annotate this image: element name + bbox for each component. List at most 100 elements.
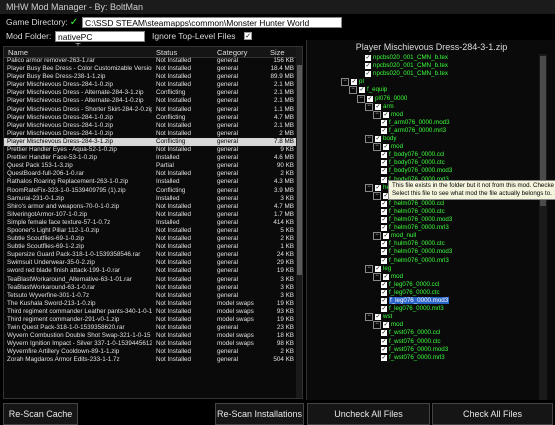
tree-checkbox[interactable]: ✓ <box>381 298 387 304</box>
table-row[interactable]: The Kushala Sword-213-1-0.zip Not Install… <box>4 300 296 308</box>
tree-checkbox[interactable]: ✓ <box>359 87 365 94</box>
table-row[interactable]: Samurai-231-0-1.zip Installed general 3 KB <box>4 195 296 203</box>
table-row[interactable]: Quest Pack 153-1-3.zip Partial general 90 K… <box>4 162 296 170</box>
table-row[interactable]: Zorah Magdaros Armor Edits-233-1-1.7z Not… <box>4 356 296 364</box>
tree-checkbox[interactable]: ✓ <box>381 152 387 159</box>
table-row[interactable]: Shiro's armor and weapons-70-0-1-0.zip No… <box>4 203 296 211</box>
table-row[interactable]: Player Mischievous Dress-284-1-0.zip Conf… <box>4 114 296 122</box>
table-row[interactable]: Player Busy Bee Dress - Color Customizab… <box>4 65 296 73</box>
tree-checkbox[interactable]: ✓ <box>381 160 387 167</box>
tree-file[interactable]: ✓ f_arm076_0000.mrl3 <box>381 127 446 135</box>
collapse-toggle-icon[interactable]: − <box>357 94 365 103</box>
tree-checkbox[interactable]: ✓ <box>383 111 389 118</box>
tree-checkbox[interactable]: ✓ <box>381 127 387 134</box>
column-size[interactable]: Size <box>270 48 285 57</box>
collapse-toggle-icon[interactable]: − <box>349 86 357 95</box>
tree-folder[interactable]: −✓mod <box>373 110 403 119</box>
tree-checkbox[interactable]: ✓ <box>381 208 387 215</box>
tree-checkbox[interactable]: ✓ <box>381 119 387 126</box>
collapse-toggle-icon[interactable]: − <box>373 143 381 152</box>
table-row[interactable]: Wyvernfire Artillery Cooldown-89-1-1.zip… <box>4 348 296 356</box>
tree-file[interactable]: ✓ f_body076_0000.ccl <box>381 151 444 159</box>
table-row[interactable]: Simple female face texture-57-1-0.7z Inst… <box>4 219 296 227</box>
tree-folder[interactable]: − ✓ pl <box>341 78 364 87</box>
tree-file[interactable]: ✓ f_leg076_0000.mod3 <box>381 297 450 305</box>
tree-file[interactable]: ✓ f_helm076_0000.ctc <box>381 208 445 216</box>
tree-checkbox[interactable]: ✓ <box>383 322 389 329</box>
table-row[interactable]: Player Mischievous Dress-284-1-0.zip Not … <box>4 81 296 89</box>
tree-checkbox[interactable]: ✓ <box>365 55 371 61</box>
tree-checkbox[interactable]: ✓ <box>367 95 373 102</box>
tree-folder[interactable]: − ✓ f_equip <box>349 86 387 95</box>
tree-checkbox[interactable]: ✓ <box>381 225 387 232</box>
mod-folder-input[interactable]: nativePC <box>55 31 145 42</box>
table-row[interactable]: Spooner's Light Pillar 112-1-0.zip Not In… <box>4 227 296 235</box>
tree-file[interactable]: ✓ f_body076_0000.mod3 <box>381 167 452 175</box>
column-name[interactable]: Name <box>8 48 28 57</box>
tree-file[interactable]: ✓ f_leg076_0000.ccl <box>381 281 439 289</box>
tree-file[interactable]: ✓ f_leg076_0000.ctc <box>381 289 440 297</box>
table-row[interactable]: Rathalos Roaring Replacement-263-1-0.zip… <box>4 178 296 186</box>
collapse-toggle-icon[interactable]: − <box>365 264 373 273</box>
tree-checkbox[interactable]: ✓ <box>383 233 389 240</box>
column-status[interactable]: Status <box>156 48 177 57</box>
tree-file[interactable]: ✓ f_hulm076_0000.ctc <box>381 240 445 248</box>
table-row[interactable]: QuestBoard-full-206-1-0.rar Not Installed… <box>4 170 296 178</box>
tree-checkbox[interactable]: ✓ <box>381 306 387 313</box>
table-row[interactable]: Tetsuto Wyverfine-301-1-0.7z Not Installe… <box>4 292 296 300</box>
tree-checkbox[interactable]: ✓ <box>351 79 357 86</box>
tree-checkbox[interactable]: ✓ <box>381 176 387 183</box>
collapse-toggle-icon[interactable]: − <box>373 321 381 330</box>
table-row[interactable]: Prettier Handler Eyes - Aqua-52-1-0.zip N… <box>4 146 296 154</box>
table-row[interactable]: Player Mischievous Dress - Alternate-284… <box>4 97 296 105</box>
tree-checkbox[interactable]: ✓ <box>383 273 389 280</box>
rescan-cache-button[interactable]: Re-Scan Cache <box>3 403 78 425</box>
tree-folder[interactable]: −✓mod <box>373 143 403 152</box>
tree-folder[interactable]: − ✓ wst <box>365 313 392 322</box>
tree-checkbox[interactable]: ✓ <box>381 241 387 248</box>
tree-file[interactable]: ✓ npcbs020_001_CMN_b.tex <box>365 70 448 78</box>
tree-checkbox[interactable]: ✓ <box>381 257 387 264</box>
tree-file[interactable]: ✓ npcbs020_001_CMN_b.tex <box>365 62 448 70</box>
collapse-toggle-icon[interactable]: − <box>365 135 373 143</box>
tree-folder[interactable]: − ✓ pl076_0000 <box>357 94 407 103</box>
tree-checkbox[interactable]: ✓ <box>381 330 387 337</box>
tree-checkbox[interactable]: ✓ <box>381 281 387 288</box>
table-row[interactable]: sword red blade finish attack-199-1-0.ra… <box>4 267 296 275</box>
tree-file[interactable]: ✓ f_helm076_0000.ccl <box>381 200 444 208</box>
tree-file[interactable]: ✓ f_wst076_0000.ccl <box>381 329 440 337</box>
table-row[interactable]: Player Mischievous Dress-284-1-0.zip Not … <box>4 130 296 138</box>
table-row[interactable]: Supersize Guard Pack-318-1-0-1539358546.… <box>4 251 296 259</box>
tree-file[interactable]: ✓ f_wst076_0000.mod3 <box>381 346 448 354</box>
tree-file[interactable]: ✓ f_helm076_0000.mod3 <box>381 216 452 224</box>
tree-folder[interactable]: − ✓ arm <box>365 102 394 111</box>
tree-checkbox[interactable]: ✓ <box>365 63 371 70</box>
tree-folder[interactable]: −✓mod <box>373 321 403 330</box>
tree-checkbox[interactable]: ✓ <box>381 289 387 296</box>
table-row[interactable]: Prettier Handler Face-53-1-0.zip Installe… <box>4 154 296 162</box>
collapse-toggle-icon[interactable]: − <box>365 102 373 111</box>
table-row[interactable]: TeaBlastWorkaround-63-1-0.rar Not Install… <box>4 284 296 292</box>
table-row[interactable]: Swimsuit Underwear-35-0-2.zip Not Install… <box>4 259 296 267</box>
column-category[interactable]: Category <box>217 48 247 57</box>
tree-checkbox[interactable]: ✓ <box>375 265 381 272</box>
tree-checkbox[interactable]: ✓ <box>375 184 381 191</box>
tree-checkbox[interactable]: ✓ <box>383 144 389 151</box>
uncheck-all-button[interactable]: Uncheck All Files <box>307 403 430 425</box>
collapse-toggle-icon[interactable]: − <box>373 110 381 119</box>
table-row[interactable]: Player Busy Bee Dress-238-1-1.zip Not Ins… <box>4 73 296 81</box>
tree-file[interactable]: ✓ f_helm076_0000.mrl3 <box>381 224 449 232</box>
tree-checkbox[interactable]: ✓ <box>375 136 381 142</box>
table-row[interactable]: Player Mischievous Dress-284-1-0.zip Not … <box>4 122 296 130</box>
table-row[interactable]: SilveringotArmor-107-1-0.zip Not Installe… <box>4 211 296 219</box>
table-row[interactable]: Player Mischievous Dress-284-3-1.zip Conf… <box>4 137 296 147</box>
tree-file[interactable]: ✓ f_arm076_0000.mod3 <box>381 119 450 127</box>
mod-list[interactable]: Name Status Category Size Palico armor r… <box>3 46 303 399</box>
tree-checkbox[interactable]: ✓ <box>381 217 387 223</box>
tree-folder[interactable]: − ✓ body <box>365 135 396 143</box>
table-row[interactable]: Player Mischievous Dress - Shorter Skirt… <box>4 106 296 114</box>
list-scrollbar[interactable] <box>296 47 302 398</box>
tree-file[interactable]: ✓ f_wst076_0000.mrl3 <box>381 354 445 362</box>
tree-checkbox[interactable]: ✓ <box>381 354 387 361</box>
table-row[interactable]: Wyvern Combustion Double Shot Swap-321-1… <box>4 332 296 340</box>
